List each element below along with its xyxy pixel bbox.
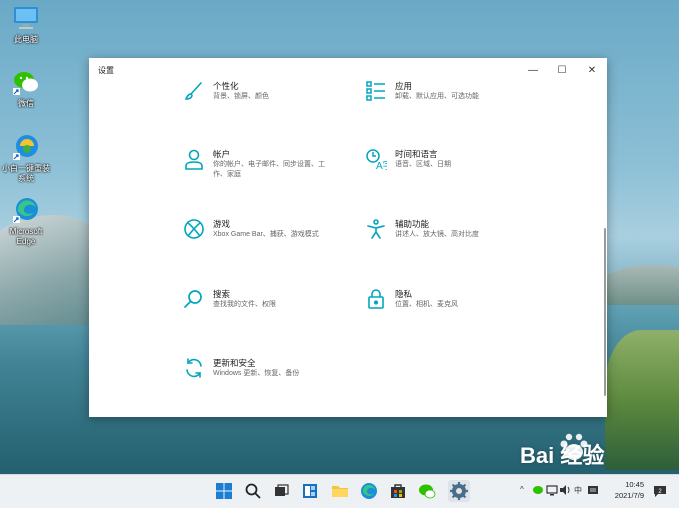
tile-search[interactable]: 搜索查找我的文件、权限 bbox=[183, 288, 328, 310]
tile-title: 搜索 bbox=[213, 289, 231, 299]
grass-right bbox=[605, 330, 679, 470]
xbox-icon bbox=[183, 218, 205, 240]
maximize-button[interactable]: ☐ bbox=[549, 61, 575, 79]
task-view-icon[interactable] bbox=[272, 482, 290, 500]
tile-apps[interactable]: 应用卸载、默认应用、可选功能 bbox=[365, 80, 510, 102]
wechat-icon[interactable] bbox=[418, 482, 436, 500]
taskbar: ^ 中 10:45 2021/7/9 2 bbox=[0, 474, 679, 508]
wechat-tray-icon[interactable] bbox=[532, 483, 544, 497]
tile-desc: 查找我的文件、权限 bbox=[213, 301, 276, 308]
minimize-button[interactable]: — bbox=[520, 61, 546, 79]
tile-update-security[interactable]: 更新和安全 Windows 更新、恢复、备份 bbox=[183, 357, 328, 379]
window-title: 设置 bbox=[98, 66, 114, 75]
tile-desc: 背景、锁屏、颜色 bbox=[213, 93, 269, 100]
tile-title: 更新和安全 bbox=[213, 358, 256, 368]
tile-personalization[interactable]: 个性化背景、锁屏、颜色 bbox=[183, 80, 328, 102]
paw-logo bbox=[560, 433, 588, 460]
edge-icon bbox=[12, 196, 40, 224]
notification-icon[interactable]: 2 bbox=[652, 483, 668, 499]
close-button[interactable]: ✕ bbox=[579, 61, 605, 79]
tile-title: 辅助功能 bbox=[395, 219, 430, 229]
tile-accounts[interactable]: 帐户你的帐户、电子邮件、同步设置、工作、家庭 bbox=[183, 148, 328, 180]
tray-chevron[interactable]: ^ bbox=[520, 485, 524, 494]
tile-title: 应用 bbox=[395, 81, 413, 91]
desktop-icon-xiaobai[interactable]: 小白一键重装系统 bbox=[0, 133, 52, 184]
tile-accessibility[interactable]: 辅助功能讲述人、放大镜、高对比度 bbox=[365, 218, 510, 240]
tile-privacy[interactable]: 隐私位置、相机、麦克风 bbox=[365, 288, 510, 310]
lock-icon bbox=[365, 288, 387, 310]
search-icon bbox=[183, 288, 205, 310]
tile-title: 个性化 bbox=[213, 81, 239, 91]
desktop-icon-label: 微信 bbox=[18, 99, 34, 108]
accessibility-icon bbox=[365, 218, 387, 240]
network-icon[interactable] bbox=[546, 483, 558, 497]
tile-desc: 你的帐户、电子邮件、同步设置、工作、家庭 bbox=[213, 161, 325, 178]
scrollbar[interactable] bbox=[604, 228, 606, 396]
desktop-icon-edge[interactable]: Microsoft Edge bbox=[0, 196, 52, 247]
widgets-icon[interactable] bbox=[301, 482, 319, 500]
tile-desc: 语音、区域、日期 bbox=[395, 161, 451, 168]
settings-taskbar-button[interactable] bbox=[448, 480, 470, 502]
brush-icon bbox=[183, 80, 205, 102]
monitor-icon bbox=[12, 4, 40, 32]
tile-title: 帐户 bbox=[213, 149, 231, 159]
tile-title: 游戏 bbox=[213, 219, 231, 229]
store-icon[interactable] bbox=[389, 482, 407, 500]
time-language-icon: A字 bbox=[365, 148, 393, 172]
tile-desc: 讲述人、放大镜、高对比度 bbox=[395, 231, 479, 238]
volume-icon[interactable] bbox=[559, 483, 571, 497]
clock-time: 10:45 bbox=[625, 480, 644, 489]
tile-title: 时间和语言 bbox=[395, 149, 438, 159]
gear-icon bbox=[450, 482, 468, 500]
desktop-icon-label: Microsoft Edge bbox=[9, 227, 43, 246]
start-icon[interactable] bbox=[215, 482, 233, 500]
hill-right bbox=[600, 265, 679, 305]
desktop-icon-label: 小白一键重装系统 bbox=[2, 164, 50, 183]
tile-time-language[interactable]: A字 时间和语言语音、区域、日期 bbox=[365, 148, 510, 172]
ime-icon[interactable] bbox=[586, 483, 600, 497]
tile-desc: 位置、相机、麦克风 bbox=[395, 301, 458, 308]
tile-gaming[interactable]: 游戏 Xbox Game Bar、捕获、游戏模式 bbox=[183, 218, 328, 240]
desktop-icon-this-pc[interactable]: 此电脑 bbox=[0, 4, 52, 45]
tile-desc: Xbox Game Bar、捕获、游戏模式 bbox=[213, 231, 319, 238]
wechat-icon bbox=[12, 68, 40, 96]
tile-desc: 卸载、默认应用、可选功能 bbox=[395, 93, 479, 100]
desktop-icon-wechat[interactable]: 微信 bbox=[0, 68, 52, 109]
system-clock[interactable]: 10:45 2021/7/9 bbox=[604, 479, 644, 501]
edge-icon[interactable] bbox=[360, 482, 378, 500]
desktop-icon-label: 此电脑 bbox=[14, 35, 38, 44]
search-icon[interactable] bbox=[244, 482, 262, 500]
ime-indicator[interactable]: 中 bbox=[574, 485, 582, 496]
desktop: 此电脑 微信 小白一键重装系统 Microsoft Edge 设置 — ☐ ✕ … bbox=[0, 0, 679, 474]
refresh-icon bbox=[183, 357, 205, 379]
person-icon bbox=[183, 148, 205, 170]
file-explorer-icon[interactable] bbox=[331, 482, 349, 500]
settings-window: 设置 — ☐ ✕ 个性化背景、锁屏、颜色 应用卸载、默认应用、可选功能 帐户你的… bbox=[89, 58, 607, 417]
tile-desc: Windows 更新、恢复、备份 bbox=[213, 370, 300, 377]
tile-title: 隐私 bbox=[395, 289, 413, 299]
clock-date: 2021/7/9 bbox=[614, 491, 644, 500]
svg-text:A字: A字 bbox=[376, 159, 387, 170]
xiaobai-icon bbox=[12, 133, 40, 161]
apps-list-icon bbox=[365, 80, 387, 102]
